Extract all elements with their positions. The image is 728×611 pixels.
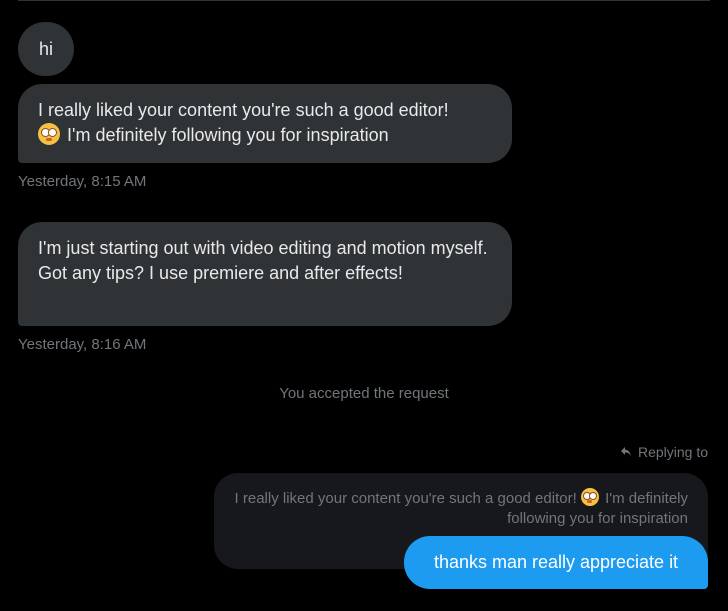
top-divider (18, 0, 710, 1)
message-bubble-incoming[interactable]: hi (18, 22, 74, 76)
reply-arrow-icon (620, 447, 631, 457)
flushed-face-emoji-icon (38, 123, 60, 145)
message-text: hi (38, 38, 53, 59)
replying-to-label: Replying to (637, 444, 708, 460)
message-timestamp: Yesterday, 8:15 AM (18, 173, 147, 190)
message-text: thanks man really appreciate it (433, 552, 679, 572)
message-text: I'm just starting out with video editing… (38, 238, 488, 283)
message-bubble-incoming[interactable]: I'm just starting out with video editing… (18, 222, 512, 326)
replying-to-indicator: Replying to (620, 444, 708, 460)
message-bubble-incoming[interactable]: I really liked your content you're such … (18, 84, 512, 163)
message-text: I'm definitely following you for inspira… (67, 125, 389, 145)
message-timestamp: Yesterday, 8:16 AM (18, 336, 147, 353)
message-text: I really liked your content you're such … (38, 100, 449, 120)
quoted-text: I really liked your content you're such … (234, 490, 577, 507)
flushed-face-emoji-icon (580, 488, 599, 506)
message-bubble-outgoing[interactable]: thanks man really appreciate it (404, 536, 708, 589)
system-message: You accepted the request (279, 385, 449, 402)
